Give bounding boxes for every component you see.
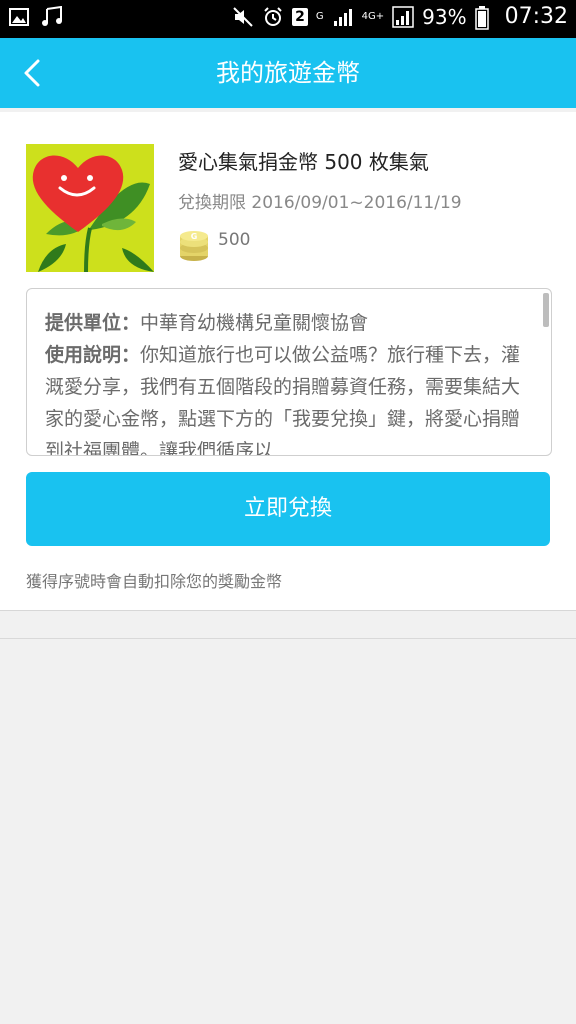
status-left <box>8 5 62 28</box>
reward-card: 愛心集氣捐金幣 500 枚集氣 兌換期限 2016/09/01~2016/11/… <box>0 112 576 611</box>
redeem-button[interactable]: 立即兌換 <box>26 472 550 546</box>
provider-value: 中華育幼機構兒童關懷協會 <box>140 312 369 334</box>
divider <box>0 638 576 639</box>
reward-title: 愛心集氣捐金幣 500 枚集氣 <box>178 150 429 174</box>
status-right: 2 G 4G+ 93% 07:32 <box>232 4 568 30</box>
usage-label: 使用說明： <box>45 344 141 366</box>
app-bar: 我的旅遊金幣 <box>0 38 576 108</box>
signal-icon <box>332 6 354 28</box>
reward-thumbnail <box>26 144 154 272</box>
redeem-hint: 獲得序號時會自動扣除您的獎勵金幣 <box>26 572 283 591</box>
battery-icon <box>474 5 497 30</box>
signal-box-icon <box>392 5 414 28</box>
page-title: 我的旅遊金幣 <box>216 59 360 87</box>
status-bar: 2 G 4G+ 93% 07:32 <box>0 0 576 38</box>
redeem-period: 兌換期限 2016/09/01~2016/11/19 <box>178 193 462 213</box>
provider-label: 提供單位： <box>45 312 141 334</box>
battery-percent: 93% <box>422 4 467 29</box>
description-text: 提供單位：中華育幼機構兒童關懷協會 使用說明：你知道旅行也可以做公益嗎？旅行種下… <box>45 307 525 455</box>
network-g-label: G <box>315 10 324 22</box>
music-note-icon <box>40 5 62 28</box>
network-type-label: 4G+ <box>361 10 385 22</box>
alarm-icon <box>262 6 284 28</box>
svg-text:G: G <box>191 232 198 241</box>
description-box[interactable]: 提供單位：中華育幼機構兒童關懷協會 使用說明：你知道旅行也可以做公益嗎？旅行種下… <box>26 288 552 456</box>
coin-icon: G <box>176 222 212 262</box>
gallery-icon <box>8 6 30 28</box>
heart-plant-illustration <box>26 144 154 272</box>
clock: 07:32 <box>504 4 568 29</box>
mute-icon <box>232 6 254 28</box>
sim-badge: 2 <box>292 7 308 26</box>
coin-amount: 500 <box>218 230 251 250</box>
description-scrollbar[interactable] <box>543 293 549 327</box>
